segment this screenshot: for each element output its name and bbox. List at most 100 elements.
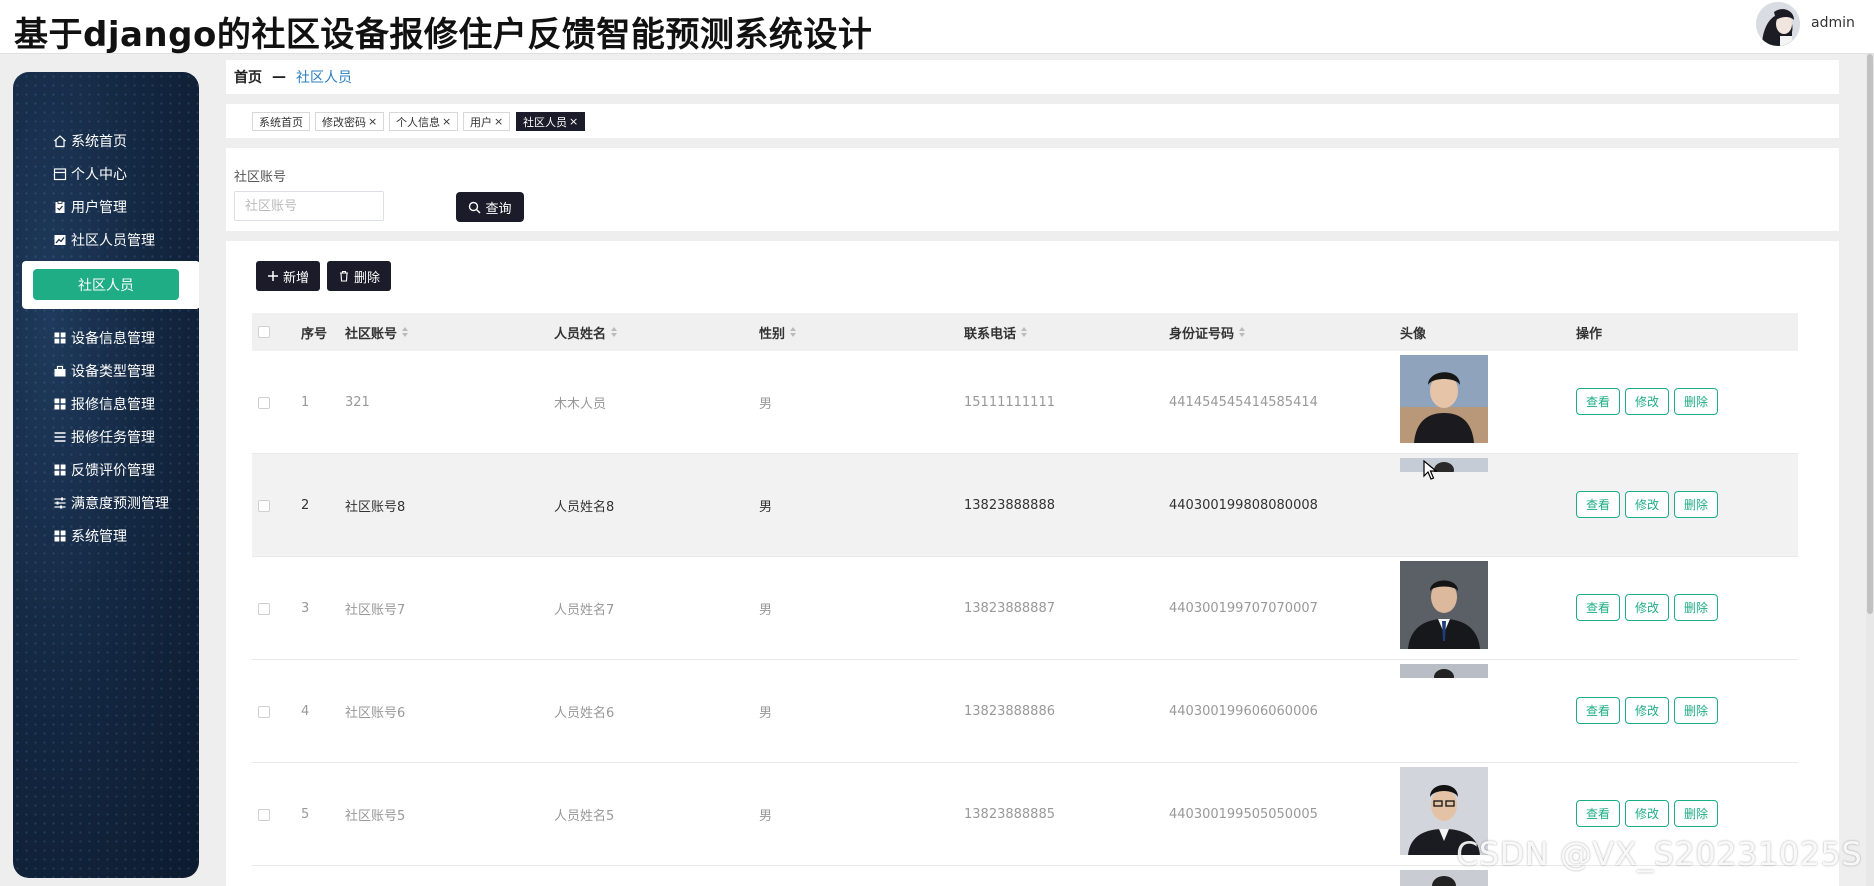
sidebar-item-device-info-management[interactable]: 设备信息管理 [13,321,199,354]
user-avatar[interactable] [1756,2,1800,46]
page-scrollbar[interactable] [1866,54,1874,886]
search-panel: 社区账号 查询 [226,148,1839,231]
view-button[interactable]: 查看 [1576,697,1620,724]
tab-label: 个人信息 [396,115,440,129]
app-title: 基于django的社区设备报修住户反馈智能预测系统设计 [14,15,873,55]
sidebar-item-label: 个人中心 [71,166,127,183]
avatar [1400,355,1488,443]
sort-icon[interactable] [402,327,409,337]
batch-delete-button[interactable]: 删除 [327,261,391,291]
cell-account: 社区账号6 [345,706,406,721]
cell-phone: 13823888888 [964,498,1055,513]
sidebar-item-label: 用户管理 [71,199,127,216]
view-button[interactable]: 查看 [1576,388,1620,415]
view-button[interactable]: 查看 [1576,594,1620,621]
sidebar-item-personal-center[interactable]: 个人中心 [13,157,199,190]
edit-button[interactable]: 修改 [1625,800,1669,827]
sidebar-item-device-type-management[interactable]: 设备类型管理 [13,354,199,387]
tab-system-home[interactable]: 系统首页 [252,112,310,131]
header-index: 序号 [301,326,328,342]
sidebar-item-home[interactable]: 系统首页 [13,124,199,157]
watermark: CSDN @VX_S20231025S [1456,835,1863,873]
cell-index: 3 [301,601,310,616]
submenu-item-community-staff[interactable]: 社区人员 [33,269,179,300]
tab-user[interactable]: 用户 × [463,112,511,131]
page-scrollbar-thumb[interactable] [1867,54,1873,614]
add-button[interactable]: 新增 [256,261,320,291]
view-button[interactable]: 查看 [1576,800,1620,827]
search-button[interactable]: 查询 [456,192,524,222]
header-phone[interactable]: 联系电话 [964,313,1028,351]
sidebar-item-system-management[interactable]: 系统管理 [13,519,199,552]
tab-change-password[interactable]: 修改密码 × [315,112,385,131]
close-icon[interactable]: × [442,115,451,128]
edit-button[interactable]: 修改 [1625,491,1669,518]
sidebar-item-community-staff-management[interactable]: 社区人员管理 [13,223,199,256]
edit-button[interactable]: 修改 [1625,697,1669,724]
table-row[interactable]: 3 社区账号7 人员姓名7 男 13823888887 440300199707… [252,557,1798,660]
list-icon [53,430,67,444]
header-label: 性别 [759,326,786,342]
breadcrumb-home[interactable]: 首页 [234,67,262,87]
delete-button[interactable]: 删除 [1674,491,1718,518]
grid-icon [53,397,67,411]
briefcase-icon [53,364,67,378]
sort-icon[interactable] [790,327,797,337]
cell-idcard: 440300199808080008 [1169,498,1318,513]
sidebar-item-user-management[interactable]: 用户管理 [13,190,199,223]
delete-button[interactable]: 删除 [1674,800,1718,827]
table-row[interactable]: 4 社区账号6 人员姓名6 男 13823888886 440300199606… [252,660,1798,763]
view-button[interactable]: 查看 [1576,491,1620,518]
edit-button[interactable]: 修改 [1625,388,1669,415]
cell-gender: 男 [759,706,773,721]
edit-button[interactable]: 修改 [1625,594,1669,621]
row-checkbox[interactable] [258,454,270,557]
sidebar-item-satisfaction-prediction-management[interactable]: 满意度预测管理 [13,486,199,519]
header-gender[interactable]: 性别 [759,313,797,351]
sort-icon[interactable] [611,327,618,337]
table-row[interactable]: 2 社区账号8 人员姓名8 男 13823888888 440300199808… [252,454,1798,557]
header-account[interactable]: 社区账号 [345,313,409,351]
sidebar-item-label: 报修信息管理 [71,396,155,413]
trash-icon [338,270,350,282]
tab-label: 系统首页 [259,115,303,129]
delete-button[interactable]: 删除 [1674,388,1718,415]
table-row[interactable]: 1 321 木木人员 男 15111111111 441454545414585… [252,351,1798,454]
sidebar-menu: 系统首页 个人中心 用户管理 社区人员管理 社区人员 设备信息管理 设备类型管理… [13,124,199,552]
submenu-container: 社区人员 [22,261,199,309]
sidebar-item-repair-info-management[interactable]: 报修信息管理 [13,387,199,420]
cell-account: 321 [345,395,370,410]
header-idcard[interactable]: 身份证号码 [1169,313,1246,351]
search-input[interactable] [234,191,384,221]
calendar-icon [53,167,67,181]
sidebar-item-feedback-management[interactable]: 反馈评价管理 [13,453,199,486]
row-checkbox[interactable] [258,660,270,763]
close-icon[interactable]: × [494,115,503,128]
close-icon[interactable]: × [569,115,578,128]
row-checkbox[interactable] [258,763,270,866]
tab-community-staff[interactable]: 社区人员 × [516,112,586,131]
delete-button[interactable]: 删除 [1674,594,1718,621]
header-label: 联系电话 [964,326,1017,342]
select-all-checkbox[interactable] [258,313,270,351]
row-checkbox[interactable] [258,557,270,660]
cell-index: 2 [301,498,310,513]
home-icon [53,134,67,148]
delete-button[interactable]: 删除 [1674,697,1718,724]
tab-personal-info[interactable]: 个人信息 × [389,112,459,131]
close-icon[interactable]: × [368,115,377,128]
sidebar-item-repair-task-management[interactable]: 报修任务管理 [13,420,199,453]
row-checkbox[interactable] [258,351,270,454]
cell-name: 人员姓名5 [554,809,615,824]
grid-icon [53,463,67,477]
sort-icon[interactable] [1021,327,1028,337]
sidebar-item-label: 系统管理 [71,528,127,545]
header-name[interactable]: 人员姓名 [554,313,618,351]
plus-icon [267,270,279,282]
username[interactable]: admin [1811,15,1855,31]
breadcrumb: 首页 — 社区人员 [226,60,1839,94]
sidebar-item-label: 社区人员管理 [71,232,155,249]
sidebar-item-label: 报修任务管理 [71,429,155,446]
cell-gender: 男 [759,603,773,618]
sort-icon[interactable] [1239,327,1246,337]
